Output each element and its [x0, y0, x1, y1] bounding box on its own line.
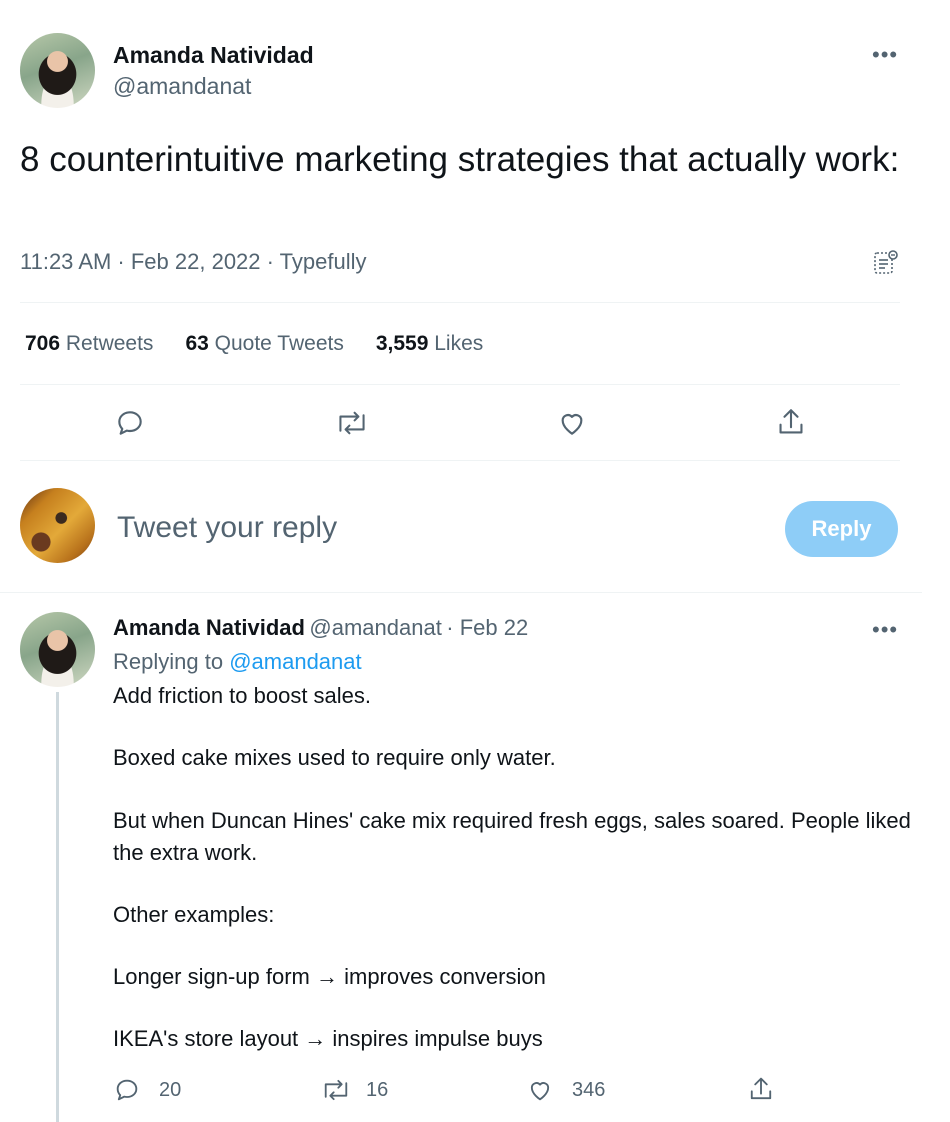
retweet-icon[interactable] [334, 407, 370, 444]
divider [0, 592, 922, 593]
retweets-stat[interactable]: 706 Retweets [25, 332, 153, 356]
like-icon [530, 1082, 550, 1101]
reply-button[interactable]: Reply [785, 501, 898, 557]
quote-tweets-stat[interactable]: 63 Quote Tweets [185, 332, 343, 356]
reply-paragraph: Longer sign-up form → improves conversio… [113, 964, 546, 989]
tweet-stats: 706 Retweets 63 Quote Tweets 3,559 Likes [25, 332, 483, 356]
retweets-label: Retweets [65, 332, 154, 355]
retweet-icon [324, 1079, 348, 1101]
reply-paragraph: But when Duncan Hines' cake mix required… [113, 808, 911, 865]
author-name[interactable]: Amanda Natividad [113, 42, 314, 69]
reply-share-action[interactable] [747, 1074, 775, 1109]
reply-count: 20 [159, 1078, 182, 1101]
tweet-timestamp[interactable]: 11:23 AM · Feb 22, 2022 · Typefully [20, 249, 367, 275]
more-options-icon[interactable]: ••• [872, 42, 898, 68]
author-handle[interactable]: @amandanat [113, 73, 251, 100]
quotes-label: Quote Tweets [214, 332, 344, 355]
reply-paragraph: Boxed cake mixes used to require only wa… [113, 745, 556, 770]
replying-to-mention[interactable]: @amandanat [229, 649, 361, 674]
reply-more-options-icon[interactable]: ••• [872, 617, 898, 643]
thread-connector [56, 692, 59, 1122]
replying-prefix: Replying to [113, 649, 224, 674]
reply-author-avatar[interactable] [20, 612, 95, 687]
divider [20, 460, 900, 461]
likes-stat[interactable]: 3,559 Likes [376, 332, 483, 356]
divider [20, 384, 900, 385]
author-avatar[interactable] [20, 33, 95, 108]
reply-like-action[interactable]: 346 [526, 1076, 605, 1104]
reply-date[interactable]: · Feb 22 [446, 615, 528, 640]
reply-author-handle[interactable]: @amandanat [309, 615, 441, 640]
like-icon[interactable] [556, 407, 588, 444]
reply-icon[interactable] [114, 407, 146, 444]
share-icon[interactable] [775, 405, 807, 444]
tweet-text: 8 counterintuitive marketing strategies … [20, 140, 900, 179]
share-icon [750, 1077, 772, 1100]
reply-input[interactable]: Tweet your reply [117, 511, 337, 545]
reply-paragraph: Other examples: [113, 902, 275, 927]
divider [20, 302, 900, 303]
retweets-count: 706 [25, 332, 61, 355]
replying-to: Replying to @amandanat [113, 649, 362, 675]
analytics-icon[interactable] [872, 249, 900, 282]
reply-paragraph: IKEA's store layout → inspires impulse b… [113, 1026, 543, 1051]
current-user-avatar [20, 488, 95, 563]
reply-retweet-action[interactable]: 16 [320, 1076, 388, 1104]
like-count: 346 [572, 1078, 606, 1101]
quotes-count: 63 [185, 332, 209, 355]
retweet-count: 16 [366, 1078, 389, 1101]
likes-label: Likes [434, 332, 484, 355]
reply-header: Amanda Natividad @amandanat · Feb 22 [113, 615, 528, 641]
likes-count: 3,559 [375, 332, 429, 355]
reply-icon [116, 1079, 138, 1101]
reply-paragraph: Add friction to boost sales. [113, 683, 372, 708]
reply-author-name[interactable]: Amanda Natividad [113, 615, 305, 640]
reply-reply-action[interactable]: 20 [113, 1076, 181, 1104]
